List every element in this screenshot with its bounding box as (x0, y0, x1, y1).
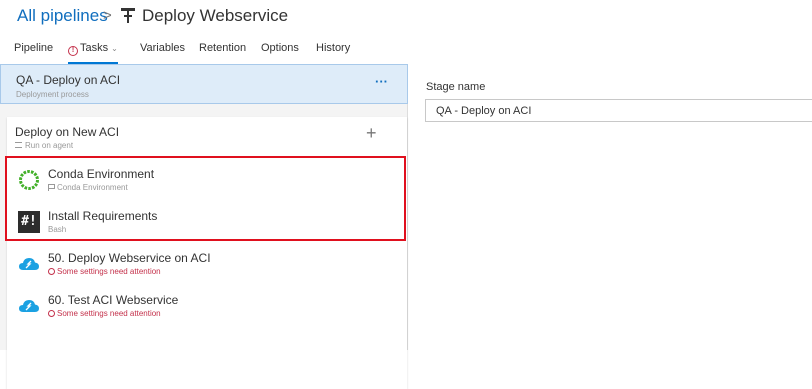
agent-icon (15, 142, 22, 148)
task-name: Conda Environment (48, 167, 155, 181)
flag-icon (48, 184, 55, 191)
details-panel: Stage name (409, 64, 812, 350)
add-task-button[interactable]: + (366, 123, 377, 144)
task-subtitle-text: Conda Environment (57, 183, 128, 192)
task-name: 60. Test ACI Webservice (48, 293, 179, 307)
breadcrumb-separator: > (103, 7, 112, 24)
stage-name-label: Stage name (426, 81, 486, 93)
job-subtitle-text: Run on agent (25, 141, 74, 150)
task-item-test-aci-webservice[interactable]: 60. Test ACI Webservice Some settings ne… (15, 289, 395, 329)
task-name: Install Requirements (48, 209, 158, 223)
tab-label: History (316, 42, 351, 54)
tab-bar: Pipeline ! Tasks ⌄ Variables Retention Opt… (0, 36, 812, 64)
tab-label: Pipeline (14, 42, 54, 54)
tab-retention[interactable]: Retention (199, 42, 246, 54)
stage-name: QA - Deploy on ACI (16, 73, 121, 87)
job-name: Deploy on New ACI (15, 125, 120, 139)
job-card: Deploy on New ACI Run on agent + Conda E… (7, 117, 407, 389)
azure-cloud-icon (19, 258, 39, 270)
tab-label: Options (261, 42, 299, 54)
azure-cloud-icon (19, 300, 39, 312)
process-panel: QA - Deploy on ACI Deployment process ··… (0, 64, 408, 389)
tab-history[interactable]: History (316, 42, 350, 54)
task-subtitle: Bash (48, 225, 67, 234)
bash-icon: #! (18, 211, 40, 233)
task-warning: Some settings need attention (48, 267, 161, 276)
task-item-deploy-webservice[interactable]: 50. Deploy Webservice on ACI Some settin… (15, 247, 395, 287)
task-subtitle: Conda Environment (48, 183, 128, 192)
chevron-down-icon: ⌄ (111, 44, 118, 53)
stage-item[interactable]: QA - Deploy on ACI Deployment process ··… (0, 64, 408, 104)
tab-tasks[interactable]: ! Tasks ⌄ (68, 42, 118, 64)
tab-pipeline[interactable]: Pipeline (14, 42, 53, 54)
header: All pipelines > Deploy Webservice (0, 0, 812, 34)
conda-icon (19, 170, 39, 190)
pipeline-icon (121, 8, 135, 23)
tab-label: Retention (199, 42, 247, 54)
tab-options[interactable]: Options (261, 42, 299, 54)
task-item-install-requirements[interactable]: #! Install Requirements Bash (15, 205, 395, 245)
stage-name-input[interactable] (425, 99, 812, 122)
job-subtitle: Run on agent (15, 141, 73, 150)
tab-label: Variables (140, 42, 186, 54)
warning-icon (48, 310, 55, 317)
task-warning-text: Some settings need attention (57, 267, 161, 276)
tab-variables[interactable]: Variables (140, 42, 185, 54)
stage-subtitle: Deployment process (16, 90, 89, 99)
breadcrumb-all-pipelines[interactable]: All pipelines (17, 6, 108, 26)
task-warning: Some settings need attention (48, 309, 161, 318)
task-name: 50. Deploy Webservice on ACI (48, 251, 211, 265)
task-warning-text: Some settings need attention (57, 309, 161, 318)
warning-icon (48, 268, 55, 275)
warning-icon: ! (68, 46, 78, 56)
task-item-conda-environment[interactable]: Conda Environment Conda Environment (15, 163, 395, 203)
tab-label: Tasks (80, 42, 109, 54)
page-title: Deploy Webservice (142, 6, 289, 25)
more-options-icon[interactable]: ··· (375, 74, 388, 89)
